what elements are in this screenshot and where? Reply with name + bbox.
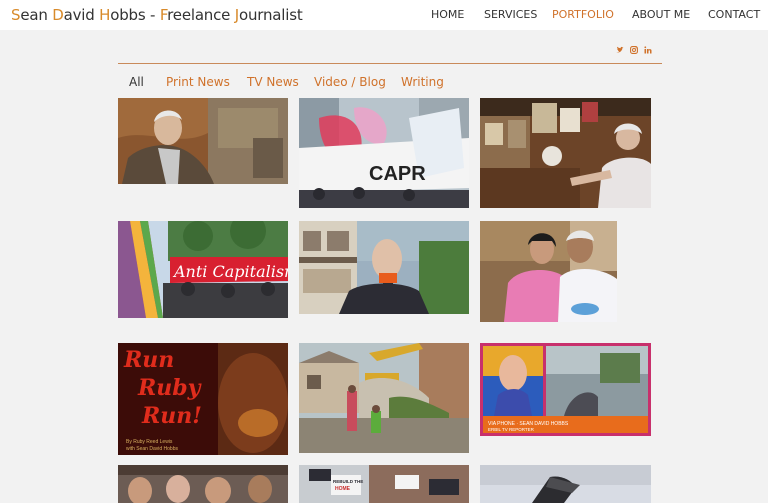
nav-about-me[interactable]: ABOUT ME (632, 8, 690, 21)
nav-contact[interactable]: CONTACT (708, 8, 760, 21)
book-byline-1: By Ruby Reed Lewis (126, 439, 173, 445)
logo-word-3: Hobbs - (99, 6, 160, 24)
top-bar: Sean David Hobbs - Freelance Journalist … (0, 0, 768, 30)
tv-caption-line-2: ERBIL TV REPORTER (488, 427, 535, 432)
portfolio-thumb-reporter-microphone[interactable] (299, 221, 469, 314)
portfolio-thumb-protest-flags[interactable]: CAPR (299, 98, 469, 208)
nav-portfolio[interactable]: PORTFOLIO (552, 8, 614, 21)
portfolio-thumb-demolition-site[interactable] (299, 343, 469, 453)
sign-text-line-1: REBUILD THE (333, 479, 363, 484)
linkedin-icon[interactable] (644, 46, 652, 54)
portfolio-thumb-elderly-woman[interactable] (480, 98, 651, 208)
logo-word-2: David (52, 6, 100, 24)
logo-word-5: Journalist (234, 6, 303, 24)
portfolio-thumb-anticapitalism-banner[interactable]: Anti Capitalism (118, 221, 288, 318)
portfolio-thumb-press-group[interactable] (118, 465, 288, 503)
book-title-line-3: Run! (141, 403, 202, 429)
filter-writing[interactable]: Writing (401, 75, 444, 89)
nav-home[interactable]: HOME (431, 8, 464, 21)
logo-word-4: Freelance (159, 6, 235, 24)
sign-text-line-2: HOME (335, 486, 351, 492)
banner-text: Anti Capitalism (172, 262, 288, 281)
filter-tv-news[interactable]: TV News (247, 75, 299, 89)
book-title-line-1: Run (123, 347, 174, 373)
instagram-icon[interactable] (630, 46, 638, 54)
book-title-line-2: Ruby (137, 375, 203, 401)
placard-text: CAPR (369, 163, 426, 185)
logo-word-1: Sean (11, 6, 53, 24)
nav-services[interactable]: SERVICES (484, 8, 537, 21)
portfolio-thumb-couple-portrait[interactable] (480, 221, 617, 322)
filter-video-blog[interactable]: Video / Blog (314, 75, 386, 89)
site-logo[interactable]: Sean David Hobbs - Freelance Journalist (11, 6, 303, 24)
portfolio-thumb-tv-phone-report[interactable]: VIA PHONE · SEAN DAVID HOBBS ERBIL TV RE… (480, 343, 651, 436)
twitter-icon[interactable] (616, 46, 624, 54)
portfolio-thumb-rebuild-protest[interactable]: REBUILD THE HOME (299, 465, 469, 503)
filter-all[interactable]: All (129, 75, 144, 89)
header-divider (118, 63, 662, 64)
portfolio-thumb-flag-sky[interactable] (480, 465, 651, 503)
portfolio-thumb-elderly-man[interactable] (118, 98, 288, 184)
book-byline-2: with Sean David Hobbs (126, 446, 178, 452)
filter-print-news[interactable]: Print News (166, 75, 230, 89)
portfolio-thumb-book-cover[interactable]: Run Ruby Run! By Ruby Reed Lewis with Se… (118, 343, 288, 455)
